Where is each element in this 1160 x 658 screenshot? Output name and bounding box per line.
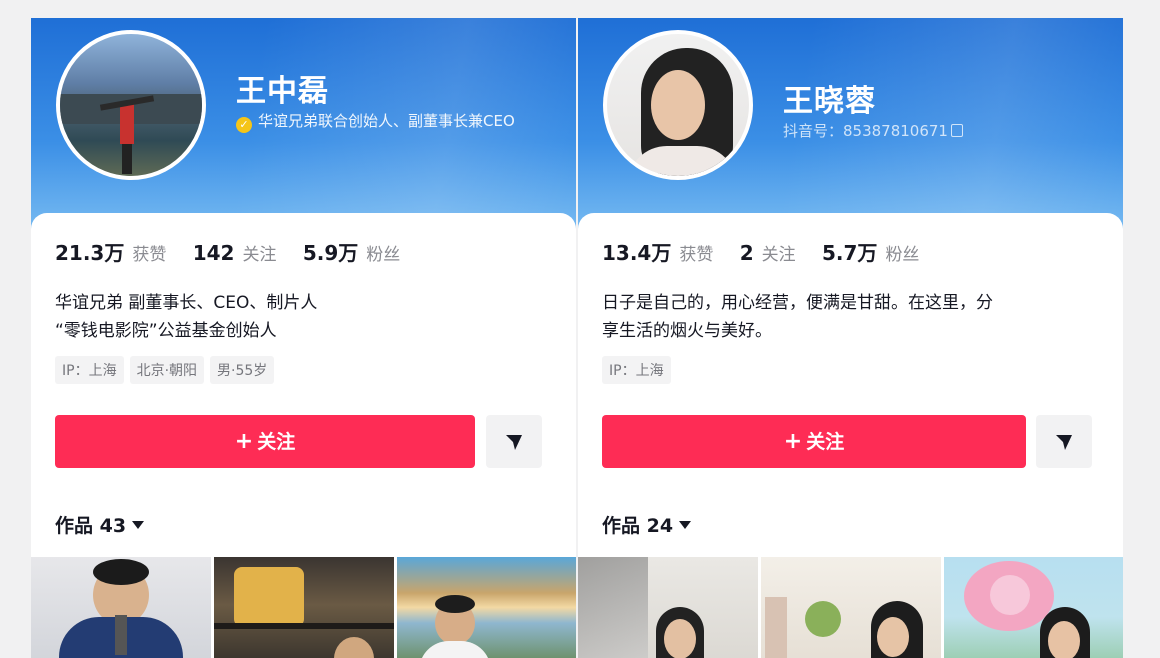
tag-gender-age: 男·55岁 [210, 356, 275, 384]
works-label: 作品 24 [602, 515, 674, 537]
stat-likes[interactable]: 13.4万 获赞 [602, 237, 713, 266]
tag-ip: IP：上海 [602, 356, 671, 384]
caret-down-icon [132, 521, 145, 529]
tag-ip: IP：上海 [55, 356, 124, 384]
caret-down-icon [679, 521, 692, 529]
stat-label: 获赞 [679, 245, 714, 265]
stat-value: 21.3万 [55, 241, 125, 265]
verification-text: 华谊兄弟联合创始人、副董事长兼CEO [258, 112, 515, 130]
bio-line: 享生活的烟火与美好。 [602, 321, 772, 341]
works-tab[interactable]: 作品 24 [602, 511, 692, 538]
stat-label: 关注 [242, 245, 277, 265]
profile-bio: 华谊兄弟 副董事长、CEO、制片人 “零钱电影院”公益基金创始人 [55, 289, 545, 345]
video-thumbnail[interactable] [761, 557, 941, 658]
follow-label: 关注 [806, 431, 845, 453]
profile-tags: IP：上海 [602, 356, 677, 384]
follow-button[interactable]: + 关注 [55, 415, 475, 468]
profile-tags: IP：上海 北京·朝阳 男·55岁 [55, 356, 280, 384]
verification-line: ✓ 华谊兄弟联合创始人、副董事长兼CEO [236, 110, 536, 133]
profile-info-card: 21.3万 获赞 142 关注 5.9万 粉丝 华谊兄弟 副董事长、CEO、制片人 “… [31, 213, 576, 658]
share-button[interactable] [486, 415, 542, 468]
stat-value: 2 [739, 241, 754, 265]
tag-location: 北京·朝阳 [129, 356, 205, 384]
profile-card-wang-zhonglei: 王中磊 ✓ 华谊兄弟联合创始人、副董事长兼CEO 21.3万 获赞 142 关注 5.… [31, 18, 576, 658]
follow-label: 关注 [257, 431, 296, 453]
video-thumbnail[interactable] [31, 557, 211, 658]
video-grid [578, 557, 1123, 658]
profile-info-card: 13.4万 获赞 2 关注 5.7万 粉丝 日子是自己的，用心经营，便满是甘甜。在这里… [578, 213, 1123, 658]
share-icon [506, 435, 522, 450]
bio-line: “零钱电影院”公益基金创始人 [55, 321, 277, 341]
video-thumbnail[interactable] [578, 557, 758, 658]
video-grid [31, 557, 576, 658]
plus-icon: + [783, 429, 803, 454]
stat-followers[interactable]: 5.9万 粉丝 [303, 237, 400, 266]
avatar[interactable] [603, 30, 753, 180]
share-icon [1056, 435, 1072, 450]
share-button[interactable] [1036, 415, 1092, 468]
profile-name: 王晓蓉 [783, 84, 876, 119]
stat-followers[interactable]: 5.7万 粉丝 [822, 237, 919, 266]
stat-label: 粉丝 [366, 245, 401, 265]
video-thumbnail[interactable] [944, 557, 1123, 658]
works-tab[interactable]: 作品 43 [55, 511, 145, 538]
stat-following[interactable]: 142 关注 [193, 240, 277, 265]
profile-card-wang-xiaorong: 王晓蓉 抖音号：85387810671 13.4万 获赞 2 关注 5.7万 粉丝 日… [578, 18, 1123, 658]
plus-icon: + [234, 429, 254, 454]
follow-button[interactable]: + 关注 [602, 415, 1026, 468]
douyin-id-line[interactable]: 抖音号：85387810671 [783, 120, 963, 141]
stat-value: 5.7万 [822, 241, 878, 265]
verified-badge-icon: ✓ [236, 117, 252, 133]
stat-label: 获赞 [132, 245, 167, 265]
stats-row: 13.4万 获赞 2 关注 5.7万 粉丝 [602, 237, 939, 266]
stats-row: 21.3万 获赞 142 关注 5.9万 粉丝 [55, 237, 420, 266]
stat-likes[interactable]: 21.3万 获赞 [55, 237, 166, 266]
copy-icon[interactable] [950, 124, 963, 137]
stat-following[interactable]: 2 关注 [740, 240, 796, 265]
stat-label: 关注 [761, 245, 796, 265]
stat-value: 142 [192, 241, 235, 265]
works-label: 作品 43 [55, 515, 127, 537]
video-thumbnail[interactable] [214, 557, 394, 658]
bio-line: 日子是自己的，用心经营，便满是甘甜。在这里，分 [602, 293, 993, 313]
profile-bio: 日子是自己的，用心经营，便满是甘甜。在这里，分 享生活的烟火与美好。 [602, 289, 1092, 345]
profile-name: 王中磊 [236, 74, 329, 109]
video-thumbnail[interactable] [397, 557, 576, 658]
stat-value: 5.9万 [302, 241, 359, 265]
bio-line: 华谊兄弟 副董事长、CEO、制片人 [55, 293, 318, 313]
avatar[interactable] [56, 30, 206, 180]
stat-value: 13.4万 [602, 241, 672, 265]
douyin-id: 抖音号：85387810671 [783, 122, 948, 140]
stat-label: 粉丝 [885, 245, 920, 265]
